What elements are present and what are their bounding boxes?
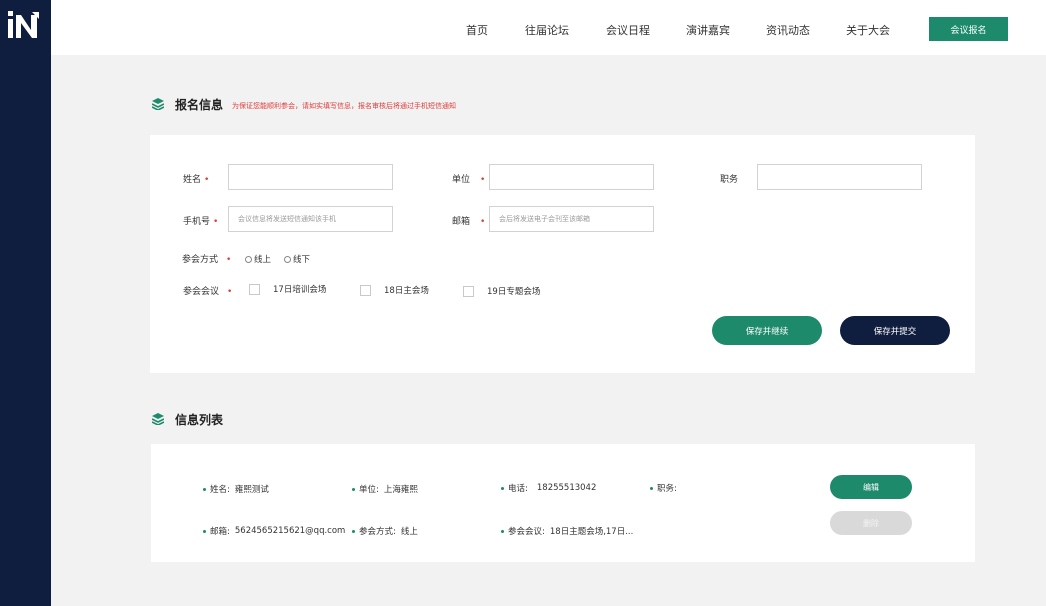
position-input[interactable] xyxy=(757,164,922,190)
email-input[interactable]: 会后将发送电子会刊至该邮箱 xyxy=(489,206,654,232)
entry-name: 姓名: 雍熙测试 xyxy=(203,483,269,495)
name-label: 姓名 • xyxy=(183,175,210,185)
attend-mode-label: 参会方式 • xyxy=(182,255,232,265)
radio-circle-icon xyxy=(245,255,252,263)
save-submit-button[interactable]: 保存并提交 xyxy=(840,316,950,345)
nav-home[interactable]: 首页 xyxy=(466,22,488,38)
form-section-note: 为保证您能顺利参会，请如实填写信息，报名审核后将通过手机短信通知 xyxy=(232,102,456,110)
nav-news[interactable]: 资讯动态 xyxy=(766,22,810,38)
meetings-label: 参会会议 • xyxy=(183,287,233,297)
info-list-card xyxy=(151,444,975,562)
entry-email: 邮箱: 5624565215621@qq.com xyxy=(203,525,345,537)
position-label: 职务 xyxy=(720,175,739,185)
layers-icon xyxy=(152,413,164,425)
delete-button[interactable]: 删除 xyxy=(830,511,912,535)
meeting-19-checkbox[interactable]: 19日专题会场 xyxy=(463,285,540,297)
entry-attend-mode: 参会方式: 线上 xyxy=(352,525,418,537)
checkbox-icon xyxy=(463,285,474,297)
meeting-17-checkbox[interactable]: 17日培训会场 xyxy=(249,283,326,295)
name-input[interactable] xyxy=(228,164,393,190)
radio-circle-icon xyxy=(284,255,291,263)
edit-button[interactable]: 编辑 xyxy=(830,475,912,499)
attend-online-radio[interactable]: 线上 xyxy=(245,253,271,265)
entry-position: 职务: xyxy=(650,482,677,494)
entry-phone: 电话: 18255513042 xyxy=(501,482,596,494)
nav-agenda[interactable]: 会议日程 xyxy=(606,22,650,38)
email-label: 邮箱 • xyxy=(452,217,486,227)
entry-meetings: 参会会议: 18日主题会场,17日... xyxy=(501,525,633,537)
attend-offline-radio[interactable]: 线下 xyxy=(284,253,310,265)
checkbox-icon xyxy=(360,284,371,296)
company-input[interactable] xyxy=(489,164,654,190)
meeting-18-checkbox[interactable]: 18日主会场 xyxy=(360,284,429,296)
nav-about[interactable]: 关于大会 xyxy=(846,22,890,38)
register-button[interactable]: 会议报名 xyxy=(929,17,1008,41)
layers-icon xyxy=(152,98,164,110)
form-section-title: 报名信息 xyxy=(175,98,224,112)
logo[interactable] xyxy=(6,11,40,41)
checkbox-icon xyxy=(249,283,260,295)
entry-company: 单位: 上海雍熙 xyxy=(352,483,418,495)
company-label: 单位 • xyxy=(452,175,486,185)
save-continue-button[interactable]: 保存并继续 xyxy=(712,316,822,345)
nav-speakers[interactable]: 演讲嘉宾 xyxy=(686,22,730,38)
nav-past-forums[interactable]: 往届论坛 xyxy=(525,22,569,38)
left-rail xyxy=(0,0,51,606)
list-section-title: 信息列表 xyxy=(175,413,224,427)
phone-input[interactable]: 会议信息将发送短信通知该手机 xyxy=(228,206,393,232)
phone-label: 手机号 • xyxy=(183,217,219,227)
